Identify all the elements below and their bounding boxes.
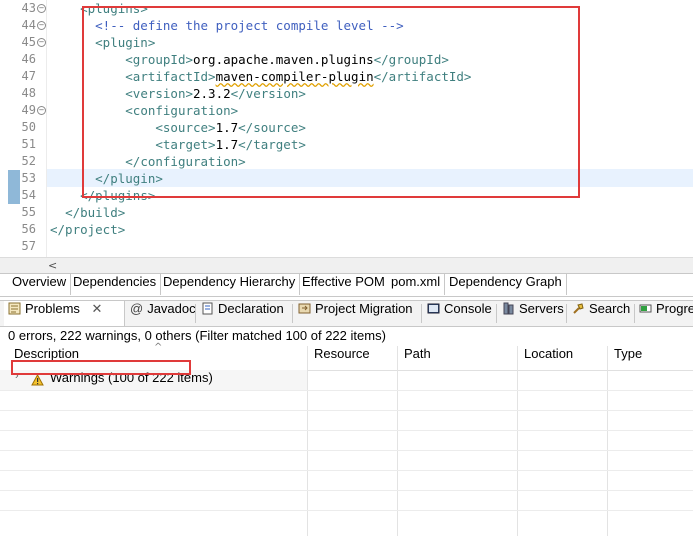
servers-icon [503, 302, 514, 315]
warning-icon [31, 374, 44, 386]
line-number-gutter: 43−44−45−46 47 48 49−50 51 52 53 54 55 56 57 [0, 0, 47, 259]
row-divider [0, 410, 693, 411]
tab-effective-pom[interactable]: Effective POM [298, 274, 390, 295]
tab-overview[interactable]: Overview [8, 274, 72, 295]
scroll-left-icon[interactable]: < [48, 259, 57, 272]
progress-icon [639, 304, 652, 313]
tab-separator [634, 304, 635, 323]
line-number: 51 [21, 137, 36, 151]
tab-separator [292, 304, 293, 323]
row-divider [0, 490, 693, 491]
horizontal-scrollbar[interactable]: < [0, 257, 693, 273]
problems-summary: 0 errors, 222 warnings, 0 others (Filter… [8, 328, 386, 343]
line-number: 46 [21, 52, 36, 66]
tab-label: Javadoc [147, 301, 196, 316]
sort-caret-icon: ^ [154, 342, 163, 353]
row-divider [0, 450, 693, 451]
bottom-view-tabs: Problems ✕ @ Javadoc Declaration Project … [0, 300, 693, 327]
pom-editor-tabs: Overview Dependencies Dependency Hierarc… [0, 273, 693, 297]
column-divider [307, 346, 308, 536]
line-number: 47 [21, 69, 36, 83]
change-marker [8, 187, 20, 204]
tab-label: Search [589, 301, 631, 316]
line-number: 45 [21, 35, 36, 49]
tab-progress[interactable]: Progre [639, 301, 693, 326]
tab-javadoc[interactable]: @ Javadoc [130, 301, 196, 326]
line-number: 52 [21, 154, 36, 168]
line-number: 56 [21, 222, 36, 236]
line-number: 43 [21, 1, 36, 15]
code-line[interactable]: </build> [50, 204, 125, 221]
tab-separator [421, 304, 422, 323]
fold-toggle-icon[interactable]: − [37, 38, 46, 47]
fold-toggle-icon[interactable]: − [37, 4, 46, 13]
change-marker [8, 170, 20, 187]
row-divider [0, 510, 693, 511]
column-path[interactable]: Path [398, 346, 431, 370]
column-divider [607, 346, 608, 536]
xml-editor[interactable]: 43−44−45−46 47 48 49−50 51 52 53 54 55 56 57 <plug… [0, 0, 693, 259]
tab-label: Declaration [218, 301, 284, 316]
line-number: 48 [21, 86, 36, 100]
problems-table[interactable]: Description Resource Path Location Type … [0, 342, 693, 536]
column-divider [517, 346, 518, 536]
console-icon [427, 303, 440, 314]
row-divider [0, 430, 693, 431]
line-number: 50 [21, 120, 36, 134]
declaration-icon [202, 302, 213, 315]
tab-console[interactable]: Console [427, 301, 492, 326]
javadoc-icon: @ [130, 301, 144, 316]
line-number: 55 [21, 205, 36, 219]
tab-separator [566, 304, 567, 323]
close-icon[interactable]: ✕ [92, 301, 103, 316]
tab-label: Console [444, 301, 492, 316]
tab-project-migration[interactable]: Project Migration [298, 301, 413, 326]
row-divider [0, 390, 693, 391]
column-divider [397, 346, 398, 536]
tab-dependencies[interactable]: Dependencies [69, 274, 162, 295]
column-resource[interactable]: Resource [308, 346, 370, 370]
line-number: 57 [21, 239, 36, 253]
description-highlight-box [11, 360, 191, 375]
problems-icon [8, 302, 21, 315]
tab-label: Project Migration [315, 301, 413, 316]
tab-separator [496, 304, 497, 323]
tab-dependency-graph[interactable]: Dependency Graph [445, 274, 567, 295]
code-line[interactable]: </project> [50, 221, 125, 238]
tab-label: Servers [519, 301, 564, 316]
line-number: 44 [21, 18, 36, 32]
column-type[interactable]: Type [608, 346, 642, 370]
migration-icon [298, 303, 311, 314]
tab-search[interactable]: Search [572, 301, 630, 326]
fold-toggle-icon[interactable]: − [37, 21, 46, 30]
search-icon [573, 303, 584, 314]
tab-separator [195, 304, 196, 323]
plugin-highlight-box [82, 6, 580, 198]
tab-problems[interactable]: Problems ✕ [4, 301, 125, 326]
line-number: 49 [21, 103, 36, 117]
tab-servers[interactable]: Servers [502, 301, 564, 326]
tab-dependency-hierarchy[interactable]: Dependency Hierarchy [159, 274, 301, 295]
tab-declaration[interactable]: Declaration [201, 301, 284, 326]
row-divider [0, 470, 693, 471]
tab-label: Progre [656, 301, 693, 316]
tab-label: Problems [25, 301, 80, 316]
column-location[interactable]: Location [518, 346, 573, 370]
fold-toggle-icon[interactable]: − [37, 106, 46, 115]
tab-pom-xml[interactable]: pom.xml [387, 274, 446, 295]
